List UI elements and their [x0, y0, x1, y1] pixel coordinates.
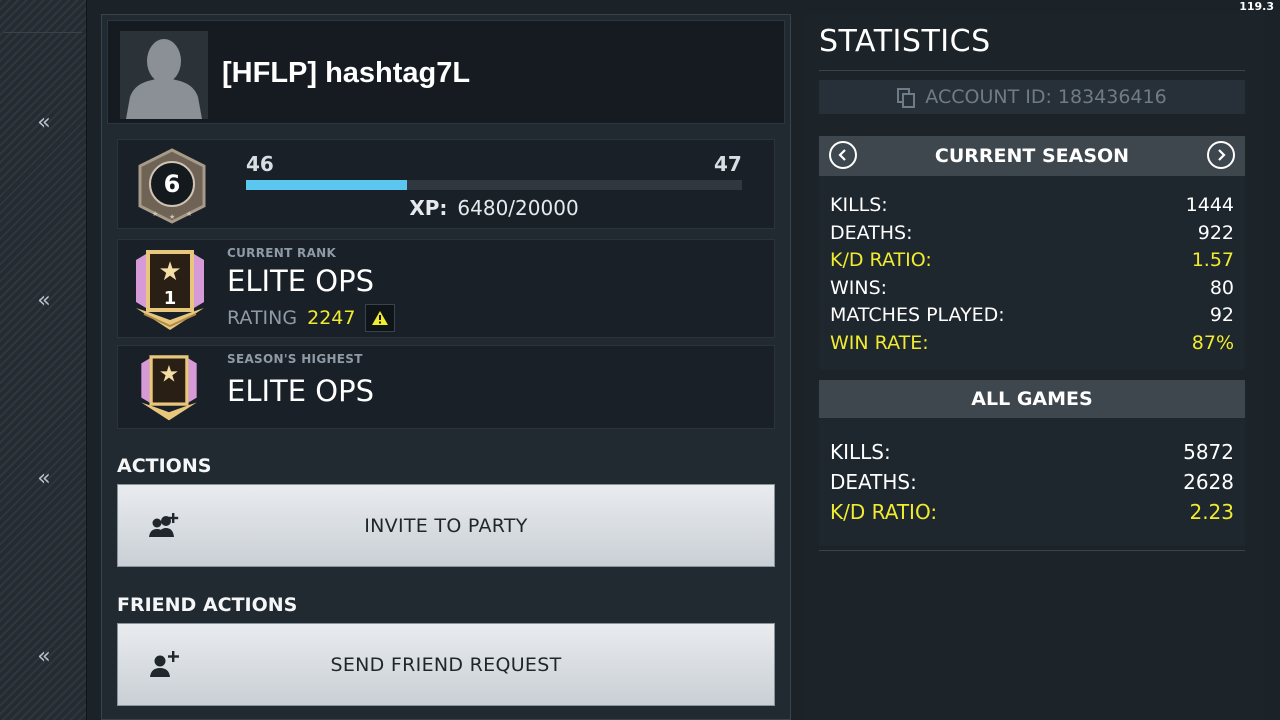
stat-value: 5872	[1183, 440, 1234, 464]
actions-heading: ACTIONS	[117, 455, 212, 477]
stat-row-kills: KILLS: 5872	[830, 440, 1234, 464]
stat-value: 87%	[1191, 332, 1234, 354]
stat-value: 922	[1197, 222, 1234, 244]
season-highest-card: ★ SEASON'S HIGHEST ELITE OPS	[117, 345, 775, 429]
stat-value: 1444	[1185, 194, 1234, 216]
rail-header	[4, 4, 82, 33]
all-games-header: ALL GAMES	[819, 380, 1245, 418]
current-rank-caption: CURRENT RANK	[227, 246, 337, 260]
chevron-right-icon	[1218, 149, 1226, 161]
stat-row-deaths: DEATHS: 922	[830, 222, 1234, 244]
level-badge-icon: 6 ★ ★ ★	[138, 148, 206, 224]
stat-label: MATCHES PLAYED:	[830, 304, 1005, 326]
rank-emblem-icon: ★	[141, 355, 197, 421]
xp-progress-bar	[246, 180, 742, 190]
invite-to-party-label: INVITE TO PARTY	[364, 515, 528, 537]
copy-icon	[897, 87, 916, 108]
season-highest-rank-name: ELITE OPS	[227, 374, 375, 408]
xp-label: XP:	[409, 196, 448, 220]
player-header: [HFLP] hashtag7L	[107, 20, 785, 124]
level-card: 6 ★ ★ ★ 46 47 XP: 6480/20000	[117, 139, 775, 229]
svg-text:★: ★	[159, 361, 179, 387]
side-rail: « « « «	[0, 0, 87, 720]
stat-row-kills: KILLS: 1444	[830, 194, 1234, 216]
current-level: 46	[246, 152, 274, 176]
all-games-title: ALL GAMES	[971, 388, 1093, 410]
stat-label: KILLS:	[830, 194, 888, 216]
invite-to-party-button[interactable]: INVITE TO PARTY	[117, 484, 775, 567]
stat-row-matches-played: MATCHES PLAYED: 92	[830, 304, 1234, 326]
stat-label: WINS:	[830, 277, 888, 299]
stat-label: K/D RATIO:	[830, 500, 938, 524]
player-name: [HFLP] hashtag7L	[222, 57, 471, 89]
double-chevron-left-icon[interactable]: «	[30, 110, 58, 135]
svg-text:★: ★	[186, 210, 192, 218]
current-rank-name: ELITE OPS	[227, 264, 375, 298]
stat-value: 1.57	[1191, 249, 1234, 271]
stat-label: DEATHS:	[830, 470, 917, 494]
stat-value: 80	[1209, 277, 1234, 299]
rank-emblem-icon: ★ 1	[136, 250, 204, 330]
current-season-stats: KILLS: 1444 DEATHS: 922 K/D RATIO: 1.57 WIN…	[819, 176, 1245, 370]
svg-text:★: ★	[158, 257, 181, 287]
current-season-header: CURRENT SEASON	[819, 136, 1245, 176]
stat-label: K/D RATIO:	[830, 249, 932, 271]
fps-counter: 119.3	[1239, 0, 1274, 13]
avatar	[120, 31, 208, 119]
all-games-stats: KILLS: 5872 DEATHS: 2628 K/D RATIO: 2.23	[819, 418, 1245, 546]
friend-actions-heading: FRIEND ACTIONS	[117, 594, 298, 616]
chevron-left-icon	[838, 149, 846, 161]
stat-row-win-rate: WIN RATE: 87%	[830, 332, 1234, 354]
double-chevron-left-icon[interactable]: «	[30, 466, 58, 491]
previous-season-button[interactable]	[829, 141, 857, 169]
next-level: 47	[714, 152, 742, 176]
stat-label: DEATHS:	[830, 222, 913, 244]
stat-row-kd-ratio: K/D RATIO: 1.57	[830, 249, 1234, 271]
rating-row: RATING 2247	[227, 304, 396, 332]
stat-label: KILLS:	[830, 440, 891, 464]
svg-text:★: ★	[152, 210, 158, 218]
xp-progress-fill	[246, 180, 407, 190]
stat-value: 2628	[1183, 470, 1234, 494]
divider	[819, 70, 1245, 71]
svg-text:★: ★	[169, 213, 175, 221]
account-id-text: ACCOUNT ID: 183436416	[925, 86, 1167, 108]
rating-label: RATING	[227, 307, 298, 329]
account-id-button[interactable]: ACCOUNT ID: 183436416	[819, 80, 1245, 114]
stat-row-wins: WINS: 80	[830, 277, 1234, 299]
double-chevron-left-icon[interactable]: «	[30, 288, 58, 313]
stat-label: WIN RATE:	[830, 332, 929, 354]
statistics-title: STATISTICS	[819, 24, 991, 59]
season-highest-caption: SEASON'S HIGHEST	[227, 352, 363, 366]
statistics-panel: STATISTICS ACCOUNT ID: 183436416 CURRENT…	[804, 14, 1264, 720]
send-friend-request-label: SEND FRIEND REQUEST	[330, 654, 562, 676]
divider	[819, 550, 1245, 551]
double-chevron-left-icon[interactable]: «	[30, 644, 58, 669]
next-season-button[interactable]	[1207, 141, 1235, 169]
player-profile-panel: [HFLP] hashtag7L 6 ★ ★ ★ 46 47 XP: 6480/200…	[101, 14, 791, 720]
stat-value: 2.23	[1189, 500, 1234, 524]
warning-icon[interactable]	[365, 304, 396, 332]
rank-tier-number: 1	[164, 288, 177, 309]
stat-row-deaths: DEATHS: 2628	[830, 470, 1234, 494]
stat-value: 92	[1209, 304, 1234, 326]
xp-readout: XP: 6480/20000	[246, 196, 742, 220]
current-season-title: CURRENT SEASON	[934, 145, 1130, 167]
level-badge-number: 6	[164, 170, 181, 198]
xp-value: 6480/20000	[457, 196, 579, 220]
current-rank-card: ★ 1 CURRENT RANK ELITE OPS RATING 2247	[117, 239, 775, 338]
avatar-silhouette-icon	[126, 39, 202, 119]
rating-value: 2247	[307, 307, 356, 329]
stat-row-kd-ratio: K/D RATIO: 2.23	[830, 500, 1234, 524]
send-friend-request-button[interactable]: SEND FRIEND REQUEST	[117, 623, 775, 706]
